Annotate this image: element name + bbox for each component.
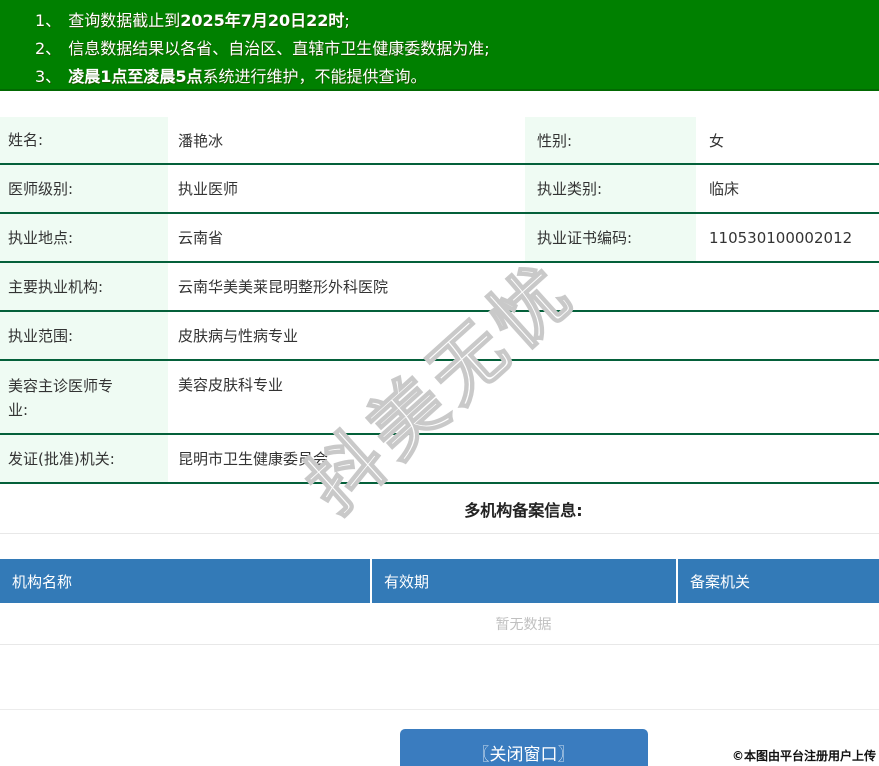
notice-text: ;	[344, 11, 350, 30]
field-label-practice-scope: 执业范围:	[0, 312, 168, 359]
field-value-practice-category: 临床	[709, 180, 740, 198]
field-value-cosmetic-specialty: 美容皮肤科专业	[178, 376, 284, 394]
empty-data-row: 暂无数据	[0, 603, 879, 645]
notice-line-1: 1、 查询数据截止到2025年7月20日22时;	[0, 7, 879, 35]
field-value-certificate-number: 110530100002012	[709, 228, 853, 247]
field-label-gender: 性别:	[525, 117, 696, 163]
table-row-level-category: 医师级别: 执业医师 执业类别: 临床	[0, 165, 879, 214]
field-label-practice-location: 执业地点:	[0, 214, 168, 261]
notice-line-3: 3、 凌晨1点至凌晨5点系统进行维护，不能提供查询。	[0, 63, 879, 91]
notice-text-bold: 2025年7月20日22时	[180, 11, 345, 30]
query-result-page: 1、 查询数据截止到2025年7月20日22时; 2、 信息数据结果以各省、自治区、…	[0, 0, 879, 766]
notice-text: 系统进行维护，不能提供查询。	[202, 67, 427, 86]
multi-org-section-title: 多机构备案信息:	[0, 484, 879, 534]
field-value-gender: 女	[709, 131, 725, 150]
notice-text-bold: 凌晨1点至凌晨5点	[68, 67, 203, 86]
table-row-issuing-authority: 发证(批准)机关: 昆明市卫生健康委员会	[0, 435, 879, 484]
field-value-practice-location: 云南省	[178, 229, 224, 247]
table-row-practice-scope: 执业范围: 皮肤病与性病专业	[0, 312, 879, 361]
table-row-location-certificate: 执业地点: 云南省 执业证书编码: 110530100002012	[0, 214, 879, 263]
field-value-name: 潘艳冰	[178, 131, 224, 150]
field-value-doctor-level: 执业医师	[178, 180, 239, 198]
column-header-validity-period: 有效期	[372, 559, 678, 603]
field-label-cosmetic-specialty: 美容主诊医师专业:	[0, 361, 168, 433]
notice-line-2: 2、 信息数据结果以各省、自治区、直辖市卫生健康委数据为准;	[0, 35, 879, 63]
column-header-filing-authority: 备案机关	[690, 572, 751, 591]
filing-table-header: 机构名称 有效期 备案机关	[0, 559, 879, 603]
table-row-main-institution: 主要执业机构: 云南华美美莱昆明整形外科医院	[0, 263, 879, 312]
practitioner-info-table: 姓名: 潘艳冰 性别: 女 医师级别: 执业医师 执业类别: 临床 执业地点: …	[0, 117, 879, 534]
notice-text: 查询数据截止到	[68, 11, 181, 30]
field-value-main-institution: 云南华美美莱昆明整形外科医院	[178, 278, 389, 296]
field-label-main-institution: 主要执业机构:	[0, 263, 168, 310]
table-row-name-gender: 姓名: 潘艳冰 性别: 女	[0, 117, 879, 165]
bottom-divider	[0, 709, 879, 710]
column-header-institution-name: 机构名称	[0, 559, 372, 603]
table-row-cosmetic-specialty: 美容主诊医师专业: 美容皮肤科专业	[0, 361, 879, 435]
field-label-issuing-authority: 发证(批准)机关:	[0, 435, 168, 482]
field-label-certificate-number: 执业证书编码:	[525, 214, 696, 261]
field-label-doctor-level: 医师级别:	[0, 165, 168, 212]
field-label-practice-category: 执业类别:	[525, 165, 696, 212]
notice-text: 信息数据结果以各省、自治区、直辖市卫生健康委数据为准;	[68, 39, 490, 58]
notice-number: 2、	[35, 39, 62, 58]
notice-number: 1、	[35, 11, 62, 30]
close-window-button[interactable]: 〖关闭窗口〗	[399, 729, 648, 766]
field-value-practice-scope: 皮肤病与性病专业	[178, 327, 299, 345]
upload-credit-watermark: ©本图由平台注册用户上传	[731, 749, 876, 763]
notice-banner: 1、 查询数据截止到2025年7月20日22时; 2、 信息数据结果以各省、自治区、…	[0, 0, 879, 91]
empty-data-text: 暂无数据	[495, 616, 552, 633]
notice-number: 3、	[35, 67, 62, 86]
field-value-issuing-authority: 昆明市卫生健康委员会	[178, 450, 329, 468]
field-label-name: 姓名:	[0, 117, 168, 163]
